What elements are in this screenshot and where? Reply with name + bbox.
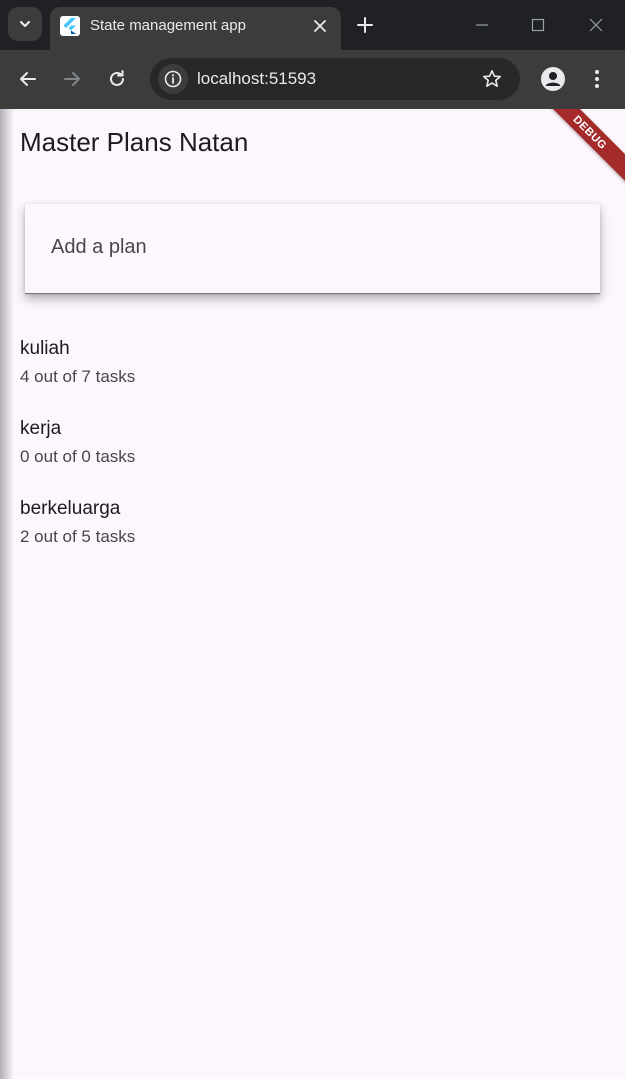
kebab-menu-icon	[595, 70, 599, 88]
site-info-button[interactable]	[158, 64, 188, 94]
tab-strip: State management app	[0, 0, 625, 50]
plan-list-item[interactable]: kerja 0 out of 0 tasks	[20, 418, 600, 484]
add-plan-card	[25, 204, 600, 294]
chevron-down-icon	[19, 20, 31, 28]
new-tab-button[interactable]	[352, 12, 378, 38]
back-arrow-icon	[20, 72, 36, 86]
profile-button[interactable]	[538, 64, 568, 94]
active-tab[interactable]: State management app	[50, 7, 341, 50]
tab-search-button[interactable]	[8, 7, 42, 41]
plan-name: kuliah	[20, 338, 70, 359]
browser-menu-button[interactable]	[584, 64, 610, 94]
plus-icon	[357, 17, 373, 33]
address-bar[interactable]: localhost:51593	[150, 58, 520, 100]
minimize-button[interactable]	[467, 10, 497, 40]
edge-shadow	[0, 109, 14, 1079]
close-icon	[314, 20, 326, 32]
bookmark-button[interactable]	[480, 67, 504, 91]
minimize-icon	[476, 24, 488, 26]
forward-arrow-icon	[64, 72, 80, 86]
back-button[interactable]	[13, 64, 43, 94]
app-viewport: Master Plans Natan DEBUG kuliah 4 out of…	[0, 109, 625, 1079]
plan-progress: 0 out of 0 tasks	[20, 447, 136, 466]
forward-button[interactable]	[57, 64, 87, 94]
star-icon	[483, 70, 501, 87]
info-icon	[164, 70, 182, 88]
browser-toolbar: localhost:51593	[0, 50, 625, 109]
maximize-icon	[531, 18, 545, 32]
flutter-favicon-icon	[60, 16, 80, 36]
reload-icon	[110, 70, 124, 86]
profile-icon	[541, 67, 565, 91]
reload-button[interactable]	[102, 64, 132, 94]
close-window-button[interactable]	[581, 10, 611, 40]
add-plan-input[interactable]	[51, 232, 571, 262]
plan-progress: 4 out of 7 tasks	[20, 367, 136, 386]
plan-name: berkeluarga	[20, 498, 121, 519]
maximize-button[interactable]	[523, 10, 553, 40]
tab-close-button[interactable]	[309, 15, 331, 37]
url-text[interactable]: localhost:51593	[197, 69, 316, 89]
plan-list-item[interactable]: berkeluarga 2 out of 5 tasks	[20, 498, 600, 564]
close-window-icon	[589, 18, 603, 32]
tab-title: State management app	[90, 17, 246, 34]
page-title: Master Plans Natan	[20, 127, 249, 157]
plan-name: kerja	[20, 418, 62, 439]
plan-list-item[interactable]: kuliah 4 out of 7 tasks	[20, 338, 600, 404]
debug-banner: DEBUG	[530, 109, 625, 193]
plan-progress: 2 out of 5 tasks	[20, 527, 136, 546]
